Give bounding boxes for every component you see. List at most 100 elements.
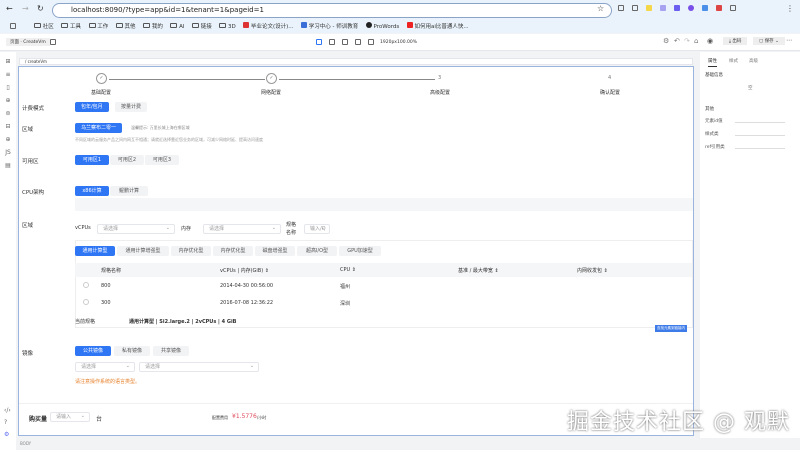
apps-icon[interactable] (10, 23, 16, 29)
zone-label: 可用区 (22, 159, 39, 165)
column-header[interactable]: 基准 / 最大带宽 ⇕ (458, 267, 499, 274)
billing-option[interactable]: 包年/包月 (75, 102, 109, 112)
extension-icon[interactable] (674, 5, 680, 11)
panel-tab[interactable]: 高级 (749, 58, 758, 64)
section-other[interactable]: 其他 (705, 106, 714, 112)
back-icon[interactable]: ← (6, 4, 13, 13)
breadcrumb[interactable]: 页面 · CreateVm (6, 38, 50, 46)
panel-tab[interactable]: 样式 (729, 58, 738, 64)
bookmark[interactable]: 我的 (143, 22, 163, 30)
zone-option[interactable]: 可用区1 (75, 155, 109, 165)
bookmark[interactable]: 社区 (34, 22, 54, 30)
menu-icon[interactable]: ⋮ (786, 4, 794, 13)
column-header[interactable]: 规格名称 (101, 267, 121, 274)
image-option[interactable]: 共享镜像 (153, 346, 189, 356)
datasource-icon[interactable]: ⊜ (5, 110, 10, 117)
bookmark[interactable]: 3D (219, 22, 236, 30)
zone-option[interactable]: 可用区3 (145, 155, 179, 165)
spec-tab[interactable]: 通用计算增强型 (117, 246, 169, 256)
spec-name-input[interactable]: 输入/Q (304, 224, 330, 234)
settings-icon[interactable]: ⚙ (663, 37, 669, 45)
more-icon[interactable]: ⋯ (786, 37, 792, 44)
plugin-icon[interactable]: ⊕ (5, 97, 10, 104)
field-input[interactable] (735, 122, 785, 123)
zone-option[interactable]: 可用区2 (110, 155, 144, 165)
save-button[interactable]: ▢ 保存 ⌄ (753, 37, 785, 45)
forward-icon[interactable]: → (22, 4, 29, 13)
spec-tab[interactable]: 内存优化型 (213, 246, 253, 256)
cpu-arch-option[interactable]: 鲲鹏计算 (110, 186, 148, 196)
lock-icon[interactable] (50, 39, 56, 45)
bookmark[interactable]: 其他 (115, 22, 136, 30)
tablet-icon[interactable] (342, 39, 348, 45)
bookmark[interactable]: 如何用ai比普通人快... (406, 22, 469, 30)
star-icon[interactable]: ☆ (597, 4, 604, 13)
field-input[interactable] (735, 148, 785, 149)
section-basic[interactable]: 基础信息 (705, 72, 723, 78)
field-input[interactable] (735, 135, 785, 136)
row-radio[interactable] (83, 282, 89, 288)
bookmark[interactable]: AI (170, 22, 184, 30)
quantity-input[interactable]: 请输入 (50, 412, 90, 422)
spec-tab[interactable]: 内存优化型 (171, 246, 211, 256)
os-select[interactable]: 请选择 (75, 362, 135, 372)
panel-tab[interactable]: 属性 (708, 58, 717, 67)
region-select[interactable]: 乌兰察布二零一 (75, 123, 123, 133)
extension-icon[interactable] (646, 5, 652, 11)
spec-tab[interactable]: 通用计算型 (75, 246, 115, 256)
page-icon[interactable]: ▯ (6, 84, 9, 91)
outline-icon[interactable]: ≡ (5, 71, 10, 78)
column-header[interactable]: 内网收发包 ⇕ (577, 267, 608, 274)
os-version-select[interactable]: 请选择 (139, 362, 259, 372)
spec-tab[interactable]: 磁盘增强型 (255, 246, 295, 256)
billing-option[interactable]: 按量计费 (115, 102, 148, 112)
extension-icon[interactable] (702, 5, 708, 11)
bookmark[interactable]: 工具 (61, 22, 81, 30)
export-button[interactable]: ⤓ 出码 (723, 37, 748, 45)
code-icon[interactable]: ‹/› (4, 407, 11, 414)
preview-icon[interactable]: ◉ (707, 37, 713, 45)
body-label[interactable]: BODY (20, 441, 31, 446)
desktop-icon[interactable] (316, 39, 322, 45)
redo-icon[interactable]: ↷ (684, 37, 690, 45)
global-icon[interactable]: ⊕ (5, 136, 10, 143)
reload-icon[interactable]: ↻ (37, 4, 44, 13)
column-header[interactable]: vCPUs | 内存(GiB) ⇕ (220, 267, 269, 274)
bookmark[interactable]: 链接 (191, 22, 212, 30)
puzzle-icon[interactable] (730, 5, 736, 11)
clear-icon[interactable]: ⌂ (694, 37, 698, 45)
extension-icon[interactable] (660, 5, 666, 11)
image-option[interactable]: 公共镜像 (75, 346, 111, 356)
row-radio[interactable] (83, 299, 89, 305)
components-icon[interactable]: ⊞ (5, 58, 10, 65)
vcpu-select[interactable]: 请选择 (97, 224, 175, 234)
mobile-icon[interactable] (368, 39, 374, 45)
extension-icon[interactable] (632, 5, 638, 11)
copy-icon[interactable] (355, 39, 361, 45)
bookmark[interactable]: 学习中心 - 师训教育 (301, 22, 358, 30)
column-header[interactable]: CPU ⇕ (340, 267, 356, 273)
laptop-icon[interactable] (329, 39, 335, 45)
quantity-unit: 台 (96, 416, 103, 423)
help-icon[interactable]: ? (4, 419, 11, 426)
extension-icon[interactable] (618, 5, 624, 11)
spec-tab[interactable]: GPU加速型 (339, 246, 381, 256)
bookmark[interactable]: 毕业论文(设计)... (243, 22, 294, 30)
bundle-icon[interactable]: ⊟ (5, 123, 10, 130)
element-tag[interactable]: 查找元素到链接内 (655, 325, 687, 332)
spec-tab[interactable]: 超高I/O型 (297, 246, 337, 256)
js-icon[interactable]: JS (5, 149, 11, 156)
extension-icon[interactable] (688, 5, 694, 11)
memory-select[interactable]: 请选择 (203, 224, 281, 234)
extension-icon[interactable] (716, 5, 722, 11)
undo-icon[interactable]: ↶ (674, 37, 680, 45)
settings-icon[interactable]: ⚙ (4, 431, 11, 438)
resolution[interactable]: 1920px (380, 40, 397, 45)
zoom-level[interactable]: 100.00% (397, 40, 417, 45)
schema-icon[interactable]: ▤ (5, 162, 11, 169)
bookmark[interactable]: ProWords (365, 22, 399, 30)
address-bar[interactable]: localhost:8090/?type=app&id=1&tenant=1&p… (52, 3, 612, 18)
cpu-arch-option[interactable]: x86计算 (75, 186, 109, 196)
bookmark[interactable]: 工作 (88, 22, 108, 30)
image-option[interactable]: 私有镜像 (114, 346, 150, 356)
